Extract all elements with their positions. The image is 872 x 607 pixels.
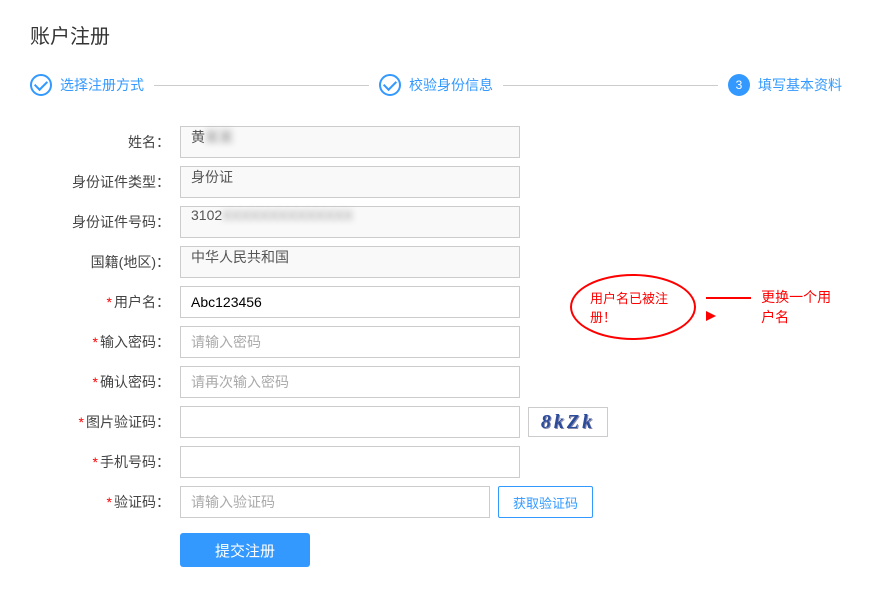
submit-button[interactable]: 提交注册 xyxy=(180,533,310,567)
step-2-label: 校验身份信息 xyxy=(409,75,493,95)
username-input[interactable] xyxy=(180,286,520,318)
step-3-number: 3 xyxy=(728,74,750,96)
mobile-input[interactable] xyxy=(180,446,520,478)
id-type-display: 身份证 xyxy=(180,166,520,198)
sms-label: *验证码： xyxy=(50,492,180,512)
nation-label: 国籍(地区)： xyxy=(50,252,180,272)
step-2: 校验身份信息 xyxy=(379,74,493,96)
captcha-image[interactable]: 8kZk xyxy=(528,407,608,437)
page-title: 账户注册 xyxy=(30,20,842,49)
id-no-label: 身份证件号码： xyxy=(50,212,180,232)
step-divider xyxy=(154,85,369,86)
check-icon xyxy=(379,74,401,96)
arrow-icon xyxy=(706,289,751,325)
step-3: 3 填写基本资料 xyxy=(728,74,842,96)
step-3-label: 填写基本资料 xyxy=(758,75,842,95)
annotation-hint: 更换一个用户名 xyxy=(761,287,842,327)
step-1: 选择注册方式 xyxy=(30,74,144,96)
id-no-display: 3102XXXXXXXXXXXXXX xyxy=(180,206,520,238)
password2-label: *确认密码： xyxy=(50,372,180,392)
sms-input[interactable] xyxy=(180,486,490,518)
username-label: *用户名： xyxy=(50,292,180,312)
captcha-label: *图片验证码： xyxy=(50,412,180,432)
password2-input[interactable] xyxy=(180,366,520,398)
check-icon xyxy=(30,74,52,96)
captcha-input[interactable] xyxy=(180,406,520,438)
mobile-label: *手机号码： xyxy=(50,452,180,472)
name-label: 姓名： xyxy=(50,132,180,152)
password-label: *输入密码： xyxy=(50,332,180,352)
step-divider xyxy=(503,85,718,86)
id-type-label: 身份证件类型： xyxy=(50,172,180,192)
steps-bar: 选择注册方式 校验身份信息 3 填写基本资料 xyxy=(30,74,842,96)
name-display: 黄某某 xyxy=(180,126,520,158)
step-1-label: 选择注册方式 xyxy=(60,75,144,95)
password-input[interactable] xyxy=(180,326,520,358)
nation-display: 中华人民共和国 xyxy=(180,246,520,278)
get-sms-button[interactable]: 获取验证码 xyxy=(498,486,593,518)
